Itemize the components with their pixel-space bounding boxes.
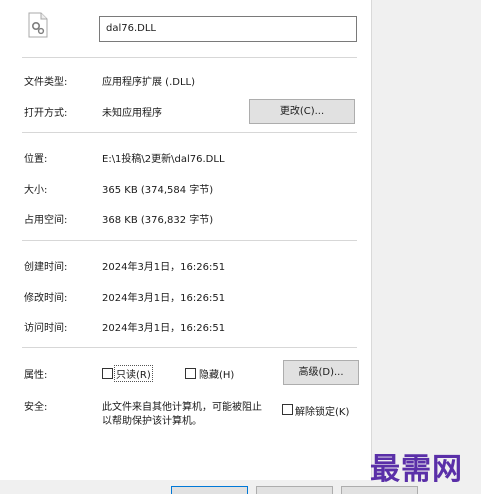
- attributes-label: 属性:: [24, 370, 48, 381]
- modified-value: 2024年3月1日，16:26:51: [102, 293, 226, 304]
- size-on-disk-label: 占用空间:: [24, 215, 68, 226]
- divider: [22, 132, 357, 133]
- readonly-label[interactable]: 只读(R): [114, 365, 153, 382]
- divider: [22, 347, 357, 348]
- modified-label: 修改时间:: [24, 293, 68, 304]
- security-text-line2: 以帮助保护该计算机。: [102, 416, 202, 427]
- unblock-label[interactable]: 解除锁定(K): [295, 403, 349, 418]
- divider: [22, 57, 357, 58]
- security-label: 安全:: [24, 402, 48, 413]
- readonly-checkbox[interactable]: [102, 368, 113, 379]
- file-type-value: 应用程序扩展 (.DLL): [102, 77, 196, 88]
- file-type-label: 文件类型:: [24, 77, 68, 88]
- divider: [22, 240, 357, 241]
- advanced-button[interactable]: 高级(D)...: [283, 360, 359, 385]
- size-value: 365 KB (374,584 字节): [102, 185, 214, 196]
- opens-with-value: 未知应用程序: [102, 108, 162, 119]
- hidden-label[interactable]: 隐藏(H): [199, 366, 234, 381]
- accessed-label: 访问时间:: [24, 323, 68, 334]
- location-value: E:\1投稿\2更新\dal76.DLL: [102, 154, 225, 165]
- size-label: 大小:: [24, 185, 48, 196]
- change-button[interactable]: 更改(C)...: [249, 99, 355, 124]
- file-name-field[interactable]: dal76.DLL: [99, 16, 357, 42]
- accessed-value: 2024年3月1日，16:26:51: [102, 323, 226, 334]
- location-label: 位置:: [24, 154, 48, 165]
- gear-file-icon: [27, 12, 49, 38]
- created-value: 2024年3月1日，16:26:51: [102, 262, 226, 273]
- hidden-checkbox[interactable]: [185, 368, 196, 379]
- opens-with-label: 打开方式:: [24, 108, 68, 119]
- security-text-line1: 此文件来自其他计算机，可能被阻止: [102, 402, 262, 413]
- size-on-disk-value: 368 KB (376,832 字节): [102, 215, 214, 226]
- watermark-logo: 最需网: [370, 452, 463, 487]
- created-label: 创建时间:: [24, 262, 68, 273]
- unblock-checkbox[interactable]: [282, 404, 293, 415]
- general-tab-panel: dal76.DLL 文件类型: 应用程序扩展 (.DLL) 打开方式: 未知应用…: [0, 0, 372, 480]
